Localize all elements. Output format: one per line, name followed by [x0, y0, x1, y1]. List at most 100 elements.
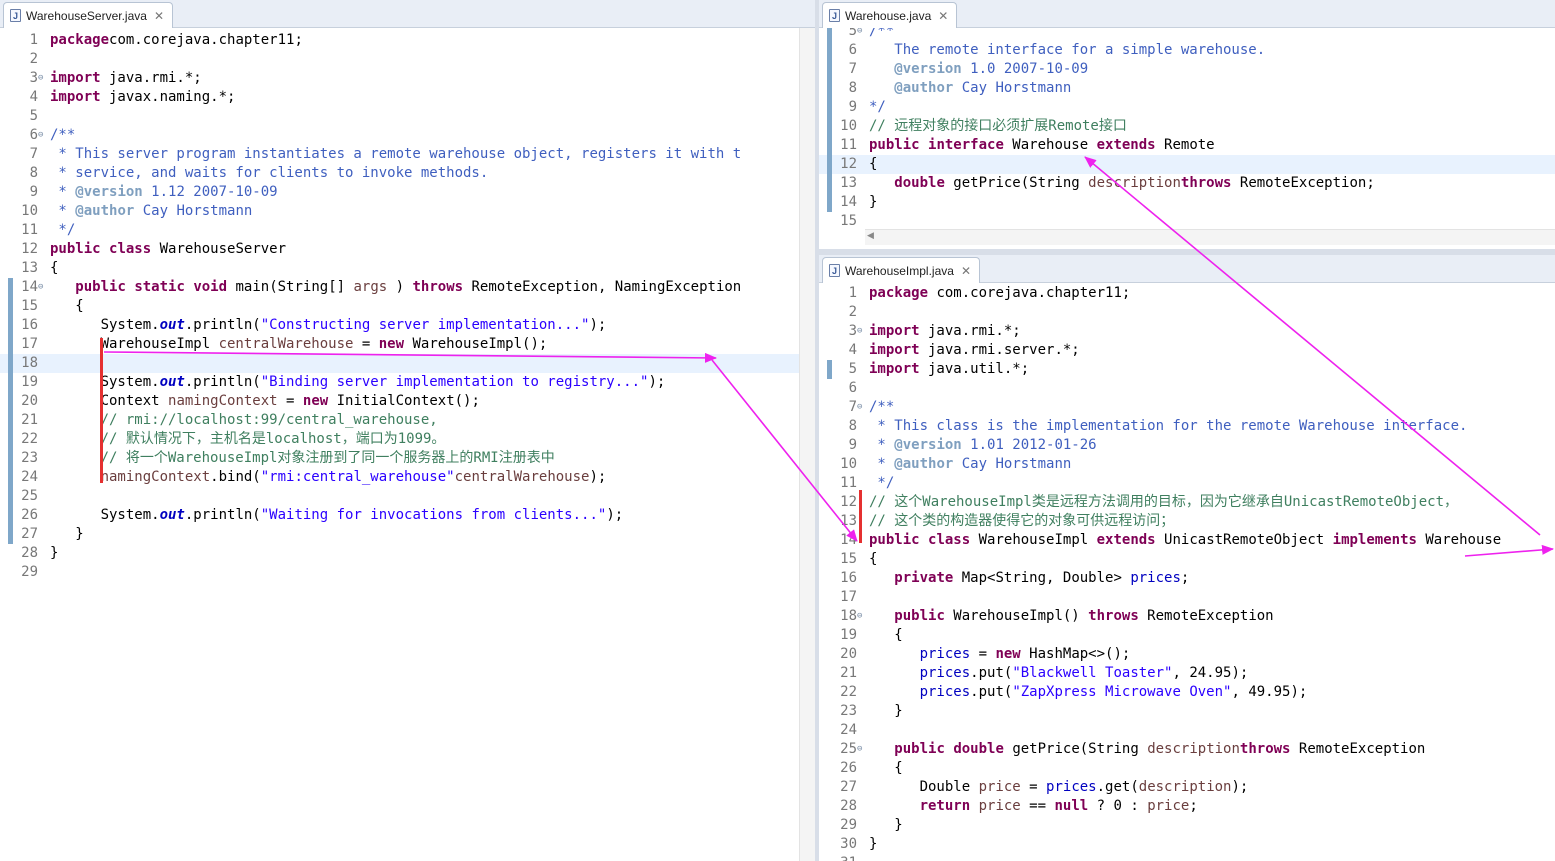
code-token: Cay Horstmann [953, 456, 1072, 472]
code-line[interactable]: 8 * service, and waits for clients to in… [0, 164, 815, 183]
code-line[interactable]: 15 { [0, 297, 815, 316]
code-line[interactable]: 11 */ [0, 221, 815, 240]
code-line[interactable]: 23 } [819, 702, 1555, 721]
code-line[interactable]: 29 [0, 563, 815, 582]
code-line[interactable]: 15 { [819, 550, 1555, 569]
code-line[interactable]: 24 namingContext.bind("rmi:central_wareh… [0, 468, 815, 487]
code-line[interactable]: 6 [819, 379, 1555, 398]
line-number: 12 [21, 241, 38, 257]
code-line[interactable]: 8 @author Cay Horstmann [819, 79, 1555, 98]
code-line[interactable]: 9 * @version 1.12 2007-10-09 [0, 183, 815, 202]
scroll-left-icon[interactable]: ◀ [867, 230, 874, 241]
code-text: { [869, 759, 902, 778]
code-line[interactable]: 2 [819, 303, 1555, 322]
code-line[interactable]: 22 prices.put("ZapXpress Microwave Oven"… [819, 683, 1555, 702]
code-editor[interactable]: 1 package com.corejava.chapter11; 2 3 ⊖ impor… [819, 283, 1555, 861]
close-icon[interactable]: ✕ [154, 9, 164, 23]
fold-collapse-icon[interactable]: ⊖ [857, 607, 862, 626]
code-line[interactable]: 20 prices = new HashMap<>(); [819, 645, 1555, 664]
code-line[interactable]: 7 ⊖ /** [819, 398, 1555, 417]
fold-collapse-icon[interactable]: ⊖ [857, 322, 862, 341]
fold-collapse-icon[interactable]: ⊖ [38, 69, 43, 88]
code-line[interactable]: 6 The remote interface for a simple ware… [819, 41, 1555, 60]
line-number: 9 [29, 184, 38, 200]
fold-collapse-icon[interactable]: ⊖ [38, 126, 43, 145]
code-token: import [50, 70, 101, 86]
code-line[interactable]: 27 Double price = prices.get(description… [819, 778, 1555, 797]
code-line[interactable]: 10 * @author Cay Horstmann [819, 455, 1555, 474]
code-line[interactable]: 12 public class WarehouseServer [0, 240, 815, 259]
tab-warehouse-impl[interactable]: J WarehouseImpl.java ✕ [822, 257, 980, 283]
code-line[interactable]: 10 // 远程对象的接口必须扩展Remote接口 [819, 117, 1555, 136]
code-line[interactable]: 28} [0, 544, 815, 563]
code-line[interactable]: 23 // 将一个WarehouseImpl对象注册到了同一个服务器上的RMI注… [0, 449, 815, 468]
code-editor[interactable]: 1 packagecom.corejava.chapter11; 2 3 ⊖ import… [0, 28, 815, 861]
code-line[interactable]: 14 public class WarehouseImpl extends Uni… [819, 531, 1555, 550]
fold-collapse-icon[interactable]: ⊖ [857, 740, 862, 759]
code-line[interactable]: 1 packagecom.corejava.chapter11; [0, 31, 815, 50]
code-line[interactable]: 5 [0, 107, 815, 126]
code-line[interactable]: 17 [819, 588, 1555, 607]
code-line[interactable]: 13 { [0, 259, 815, 278]
code-line[interactable]: 28 return price == null ? 0 : price; [819, 797, 1555, 816]
code-line[interactable]: 16 System.out.println("Constructing serv… [0, 316, 815, 335]
code-line[interactable]: 5 ⊖ /** [819, 28, 1555, 41]
code-line[interactable]: 14 ⊖ public static void main(String[] arg… [0, 278, 815, 297]
close-icon[interactable]: ✕ [961, 264, 971, 278]
code-line[interactable]: 31 [819, 854, 1555, 861]
fold-collapse-icon[interactable]: ⊖ [857, 398, 862, 417]
horizontal-scrollbar[interactable]: ◀ [865, 229, 1555, 245]
code-line[interactable]: 21 // rmi://localhost:99/central_warehou… [0, 411, 815, 430]
code-line[interactable]: 12 // 这个WarehouseImpl类是远程方法调用的目标，因为它继承自Un… [819, 493, 1555, 512]
code-line[interactable]: 7 * This server program instantiates a r… [0, 145, 815, 164]
code-line[interactable]: 2 [0, 50, 815, 69]
code-line[interactable]: 29 } [819, 816, 1555, 835]
code-line[interactable]: 26 { [819, 759, 1555, 778]
code-text: * @version 1.12 2007-10-09 [50, 183, 277, 202]
code-line[interactable]: 25 [0, 487, 815, 506]
code-text: public class WarehouseServer [50, 240, 286, 259]
code-line[interactable]: 18 [0, 354, 815, 373]
code-line[interactable]: 13 // 这个类的构造器使得它的对象可供远程访问； [819, 512, 1555, 531]
code-line[interactable]: 3 ⊖ import java.rmi.*; [0, 69, 815, 88]
vertical-scrollbar[interactable] [799, 28, 815, 861]
code-line[interactable]: 20 Context namingContext = new InitialCo… [0, 392, 815, 411]
code-line[interactable]: 4 import javax.naming.*; [0, 88, 815, 107]
code-line[interactable]: 1 package com.corejava.chapter11; [819, 284, 1555, 303]
tab-label: Warehouse.java [845, 8, 932, 23]
code-line[interactable]: 7 @version 1.0 2007-10-09 [819, 60, 1555, 79]
code-line[interactable]: 17 WarehouseImpl centralWarehouse = new … [0, 335, 815, 354]
code-line[interactable]: 9 * @version 1.01 2012-01-26 [819, 436, 1555, 455]
code-line[interactable]: 18 ⊖ public WarehouseImpl() throws Remote… [819, 607, 1555, 626]
code-line[interactable]: 6 ⊖ /** [0, 126, 815, 145]
code-line[interactable]: 21 prices.put("Blackwell Toaster", 24.95… [819, 664, 1555, 683]
code-line[interactable]: 9 */ [819, 98, 1555, 117]
close-icon[interactable]: ✕ [938, 9, 948, 23]
tab-warehouse[interactable]: J Warehouse.java ✕ [822, 2, 958, 28]
fold-collapse-icon[interactable]: ⊖ [857, 28, 862, 41]
code-token: @version [894, 61, 962, 77]
code-line[interactable]: 14} [819, 193, 1555, 212]
tab-warehouse-server[interactable]: J WarehouseServer.java ✕ [3, 2, 174, 28]
code-line[interactable]: 4 import java.rmi.server.*; [819, 341, 1555, 360]
code-line[interactable]: 30} [819, 835, 1555, 854]
code-line[interactable]: 5 import java.util.*; [819, 360, 1555, 379]
code-line[interactable]: 8 * This class is the implementation for… [819, 417, 1555, 436]
code-editor[interactable]: 5 ⊖ /** 6 The remote interface for a simple… [819, 28, 1555, 229]
code-line[interactable]: 13 double getPrice(String descriptionthr… [819, 174, 1555, 193]
code-line[interactable]: 19 { [819, 626, 1555, 645]
code-line[interactable]: 12 { [819, 155, 1555, 174]
code-line[interactable]: 24 [819, 721, 1555, 740]
code-line[interactable]: 15 [819, 212, 1555, 229]
code-line[interactable]: 19 System.out.println("Binding server im… [0, 373, 815, 392]
code-line[interactable]: 3 ⊖ import java.rmi.*; [819, 322, 1555, 341]
code-line[interactable]: 10 * @author Cay Horstmann [0, 202, 815, 221]
code-line[interactable]: 11 public interface Warehouse extends Rem… [819, 136, 1555, 155]
code-line[interactable]: 25 ⊖ public double getPrice(String descri… [819, 740, 1555, 759]
code-line[interactable]: 11 */ [819, 474, 1555, 493]
fold-collapse-icon[interactable]: ⊖ [38, 278, 43, 297]
code-line[interactable]: 16 private Map<String, Double> prices; [819, 569, 1555, 588]
code-line[interactable]: 27 } [0, 525, 815, 544]
code-line[interactable]: 26 System.out.println("Waiting for invoc… [0, 506, 815, 525]
code-line[interactable]: 22 // 默认情况下，主机名是localhost，端口为1099。 [0, 430, 815, 449]
